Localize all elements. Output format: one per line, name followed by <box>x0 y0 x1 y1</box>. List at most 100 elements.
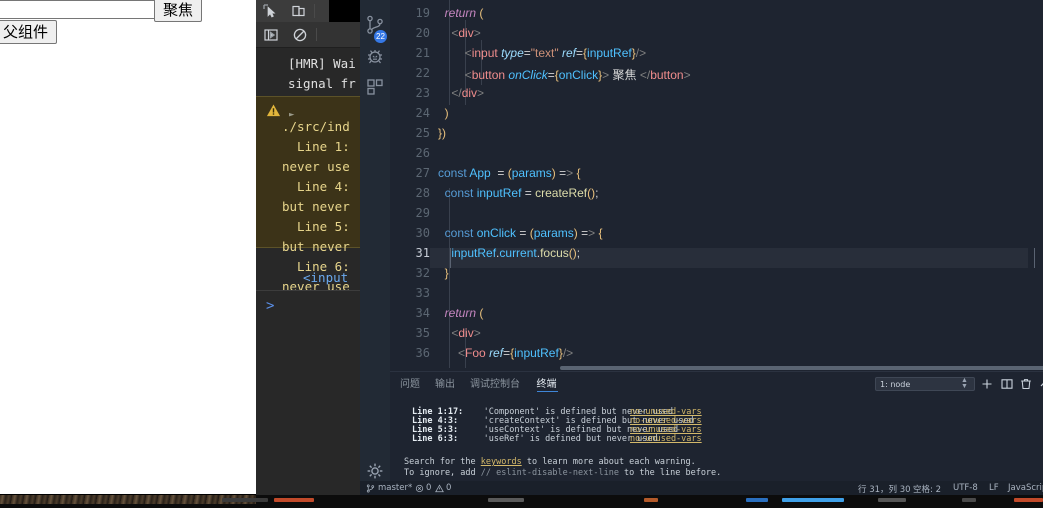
bottom-panel: 问题 输出 调试控制台 终端 1: node ▲ ▼ Line 1:17: 'C… <box>390 371 1043 482</box>
panel-tab-0[interactable]: 问题 <box>400 375 420 390</box>
activity-item-run-debug[interactable] <box>360 42 390 72</box>
code-line: const App = (params) => { <box>438 166 581 180</box>
devtools-panel: to [HMR] Wai signal fr ► ./src/ind Line … <box>256 0 360 495</box>
code-line: return ( <box>444 306 484 320</box>
taskbar-wallpaper-strip <box>0 495 256 504</box>
code-editor[interactable]: 19 20 21 22 23 24 25 26 27 28 29 30 31 32 33 34 35 36 ret… <box>390 0 1043 371</box>
inspect-element-icon[interactable] <box>262 3 278 19</box>
chevron-up-icon[interactable] <box>1039 378 1043 390</box>
device-toolbar-icon[interactable] <box>291 3 307 19</box>
eslint-directive: // eslint-disable-next-line <box>480 468 619 478</box>
terminal-hint-line-1: Search for the keywords to learn more ab… <box>404 458 696 467</box>
status-bar: master* 0 0 行 31，列 30 空格: 2 UTF-8 LF Jav… <box>360 481 1043 495</box>
code-line: }) <box>438 126 447 140</box>
focus-button[interactable]: 聚焦 <box>154 0 203 22</box>
activity-item-source-control[interactable]: 22 <box>360 10 390 43</box>
line-number: 23 <box>415 86 430 100</box>
status-error-count[interactable]: 0 <box>426 483 431 493</box>
code-line: ) <box>444 106 449 120</box>
activity-bar: 22 <box>360 0 390 481</box>
status-eol[interactable]: LF <box>989 483 999 493</box>
taskbar-item[interactable] <box>962 498 976 502</box>
code-line: const onClick = (params) => { <box>444 226 603 240</box>
status-warning-count[interactable]: 0 <box>446 483 451 493</box>
status-encoding[interactable]: UTF-8 <box>953 483 978 493</box>
status-indentation[interactable]: 空格: 2 <box>913 483 941 495</box>
vscode-window: 22 19 20 21 22 23 24 25 26 27 28 29 30 3… <box>360 0 1043 495</box>
taskbar-item[interactable] <box>488 498 524 502</box>
line-number: 19 <box>415 6 430 20</box>
taskbar-item-active[interactable] <box>782 498 844 502</box>
code-line: return ( <box>444 6 484 20</box>
split-terminal-icon[interactable] <box>1001 378 1013 390</box>
hint-text: to the line before. <box>618 468 722 478</box>
console-warning-group[interactable]: ► ./src/ind Line 1: never use Line 4: bu… <box>256 96 360 294</box>
run-and-debug-icon <box>368 50 382 64</box>
editor-horizontal-scrollbar[interactable] <box>560 366 1043 370</box>
indent-guide <box>449 188 450 368</box>
line-number: 24 <box>415 106 430 120</box>
taskbar-item[interactable] <box>746 498 768 502</box>
terminal-select[interactable]: 1: node <box>875 377 975 391</box>
taskbar-item[interactable] <box>644 498 658 502</box>
devtools-toolbar <box>256 0 360 23</box>
hint-text: to learn more about each warning. <box>521 457 696 467</box>
line-number: 32 <box>415 266 430 280</box>
console-echo-row: <input <box>256 264 360 291</box>
console-output: [HMR] Wai signal fr ► ./src/ind Line 1: … <box>256 48 360 495</box>
hint-text: Search for the <box>404 457 481 467</box>
clear-console-icon[interactable] <box>292 27 308 43</box>
browser-page: 聚焦 父组件 <box>0 0 256 494</box>
hmr-line-1: [HMR] Wai <box>288 56 356 71</box>
panel-tab-3[interactable]: 终端 <box>537 375 557 390</box>
status-cursor-position[interactable]: 行 31，列 30 <box>858 483 911 495</box>
keywords-link[interactable]: keywords <box>481 457 522 467</box>
code-line: <button onClick={onClick}> 聚焦 </button> <box>464 68 691 82</box>
error-icon <box>415 484 424 493</box>
line-number: 30 <box>415 226 430 240</box>
terminal-output: Line 1:17: 'Component' is defined but ne… <box>390 396 1043 482</box>
screen-root: 聚焦 父组件 [HMR] Wai signal fr ► ./src/ind L… <box>0 0 1043 508</box>
line-number: 22 <box>415 66 430 80</box>
taskbar-item[interactable] <box>274 498 314 502</box>
active-tab-underline <box>536 391 558 392</box>
divider <box>0 494 256 495</box>
line-number: 34 <box>415 306 430 320</box>
code-line: </div> <box>451 86 485 100</box>
warning-triangle-icon <box>266 104 281 117</box>
text-input[interactable] <box>0 0 170 19</box>
status-branch[interactable]: master* <box>378 483 412 493</box>
hint-text: To ignore, add <box>404 468 481 478</box>
parent-component-button[interactable]: 父组件 <box>0 20 58 44</box>
console-prompt-icon[interactable]: > <box>266 296 274 316</box>
console-toolbar: to <box>256 22 360 66</box>
select-arrows-icon[interactable]: ▲ ▼ <box>961 377 968 390</box>
terminal-hint-line-2: To ignore, add // eslint-disable-next-li… <box>404 469 721 478</box>
line-number: 21 <box>415 46 430 60</box>
line-number: 20 <box>415 26 430 40</box>
taskbar-item[interactable] <box>878 498 906 502</box>
line-number: 29 <box>415 206 430 220</box>
code-line: <div> <box>451 26 481 40</box>
taskbar-item[interactable] <box>1014 498 1043 502</box>
warning-rule-link[interactable]: no-unused-vars <box>630 435 702 444</box>
line-number: 27 <box>415 166 430 180</box>
taskbar-item[interactable] <box>222 498 268 502</box>
console-echo-text: <input <box>303 270 349 285</box>
line-number: 35 <box>415 326 430 340</box>
add-terminal-icon[interactable] <box>981 378 993 390</box>
activity-item-extensions[interactable] <box>360 72 390 102</box>
line-number: 33 <box>415 286 430 300</box>
panel-tab-2[interactable]: 调试控制台 <box>470 375 520 390</box>
code-line: <input type="text" ref={inputRef}/> <box>464 46 647 60</box>
line-number: 25 <box>415 126 430 140</box>
kill-terminal-icon[interactable] <box>1020 378 1032 390</box>
toolbar-divider <box>314 4 315 18</box>
browser-form-row: 聚焦 <box>0 0 256 22</box>
panel-tab-1[interactable]: 输出 <box>435 375 455 390</box>
line-number: 36 <box>415 346 430 360</box>
status-language-mode[interactable]: JavaScript React <box>1008 483 1043 493</box>
warning-icon <box>435 484 444 493</box>
manage-settings-button[interactable] <box>364 460 386 482</box>
console-sidebar-icon[interactable] <box>263 27 279 43</box>
